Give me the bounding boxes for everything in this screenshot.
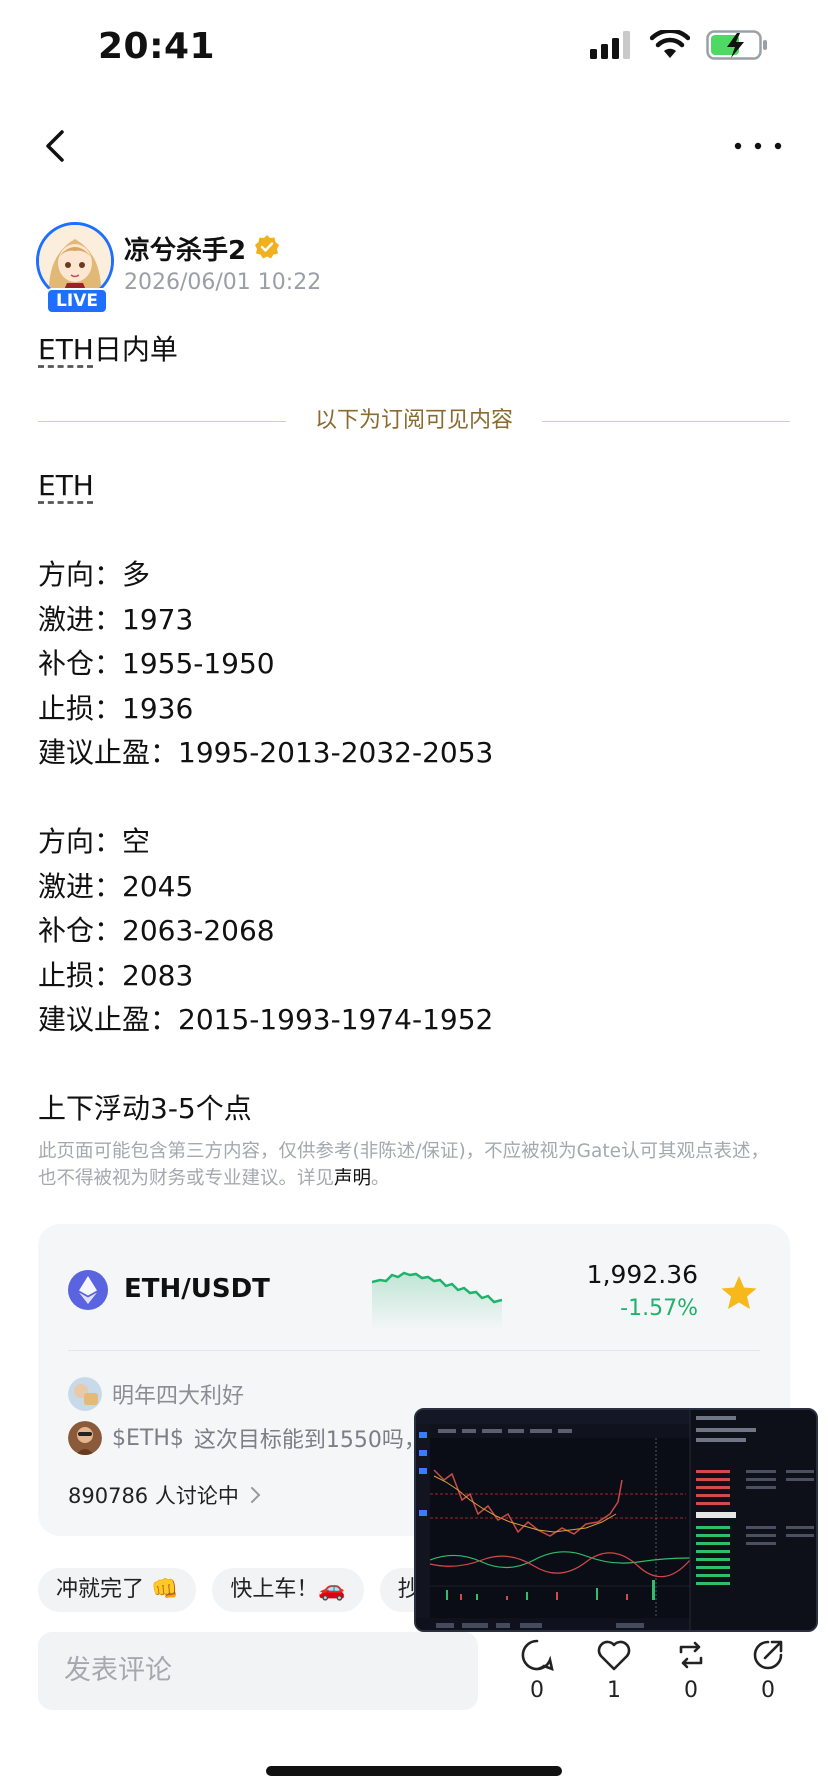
share-action[interactable]: 0 [743,1638,793,1703]
post-title-text: 日内单 [93,333,178,366]
content-symbol[interactable]: ETH [38,469,94,502]
commenter-name: 明年四大利好 [112,1384,245,1409]
market-change: -1.57% [620,1296,698,1321]
comment-count: 0 [530,1678,544,1703]
post-title: ETH日内单 [38,328,178,368]
more-icon[interactable] [728,124,788,168]
price-sparkline [372,1271,502,1330]
short-direction: 方向：空 [38,825,151,858]
discussion-count[interactable]: 890786 人讨论中 [68,1480,263,1510]
like-action[interactable]: 1 [589,1638,639,1703]
back-arrow-icon[interactable] [36,124,80,168]
status-time: 20:41 [98,26,216,67]
heart-icon [597,1640,631,1671]
card-comment-1[interactable]: 明年四大利好 [68,1376,244,1412]
long-entry: 激进：1973 [38,602,194,636]
post-content: ETH 方向：多 激进：1973 补仓：1955-1950 止损：1936 建议… [38,464,493,1132]
short-stop: 止损：2083 [38,958,194,992]
long-add: 补仓：1955-1950 [38,647,275,680]
market-pair: ETH/USDT [124,1274,270,1304]
long-take-profit: 建议止盈：1995-2013-2032-2053 [38,736,494,769]
market-price: 1,992.36 [586,1260,698,1289]
pip-chart-window[interactable] [414,1408,818,1632]
repost-action[interactable]: 0 [666,1638,716,1703]
verified-badge-icon [255,235,279,259]
wifi-icon [650,30,690,58]
comment-symbol: $ETH$ [112,1425,184,1451]
short-add: 补仓：2063-2068 [38,914,275,947]
short-entry: 激进：2045 [38,869,194,903]
eth-icon [68,1270,108,1310]
post-timestamp: 2026/06/01 10:22 [124,270,322,295]
status-bar: 20:41 [0,0,828,100]
float-note: 上下浮动3-5个点 [38,1092,252,1125]
disclaimer-end: 。 [371,1168,390,1189]
quick-reply-chip[interactable]: 冲就完了 👊 [38,1568,197,1612]
disclaimer-text: 此页面可能包含第三方内容，仅供参考(非陈述/保证)，不应被视为Gate认可其观点… [38,1141,769,1189]
commenter-avatar [68,1421,102,1455]
commenter-avatar [68,1377,102,1411]
repost-icon [679,1641,703,1669]
pip-candlestick-chart [416,1410,816,1630]
quick-reply-chip[interactable]: 快上车！🚗 [212,1568,364,1612]
share-icon [753,1640,783,1670]
comment-input[interactable]: 发表评论 [38,1632,478,1710]
discussion-count-text: 890786 人讨论中 [68,1484,239,1508]
author-name[interactable]: 凉兮杀手2 [124,230,246,267]
comment-icon [521,1639,554,1672]
comment-text: 这次目标能到1550吗，拉 [193,1428,448,1453]
comment-action[interactable]: 0 [512,1638,562,1703]
subscriber-divider: 以下为订阅可见内容 [38,404,790,440]
battery-charging-icon [706,30,767,60]
repost-count: 0 [684,1678,698,1703]
favorite-star-icon[interactable] [720,1274,758,1312]
share-count: 0 [761,1678,775,1703]
long-direction: 方向：多 [38,558,151,591]
disclaimer-link[interactable]: 声明 [334,1168,371,1189]
post-title-symbol[interactable]: ETH [38,333,94,366]
nav-bar [0,116,828,176]
signal-icon [590,31,630,59]
disclaimer: 此页面可能包含第三方内容，仅供参考(非陈述/保证)，不应被视为Gate认可其观点… [38,1138,778,1192]
author-header: LIVE 凉兮杀手2 2026/06/01 10:22 [36,222,796,314]
live-badge: LIVE [46,288,108,314]
short-take-profit: 建议止盈：2015-1993-1974-1952 [38,1003,494,1036]
home-indicator [266,1766,562,1776]
long-stop: 止损：1936 [38,691,194,725]
bottom-action-bar: 发表评论 0 1 0 0 [0,1624,828,1744]
card-comment-2[interactable]: $ETH$ 这次目标能到1550吗，拉 [68,1420,448,1456]
like-count: 1 [607,1678,621,1703]
quick-reply-bar: 冲就完了 👊 快上车！🚗 抄底 [38,1568,460,1616]
chevron-right-icon [250,1487,261,1503]
